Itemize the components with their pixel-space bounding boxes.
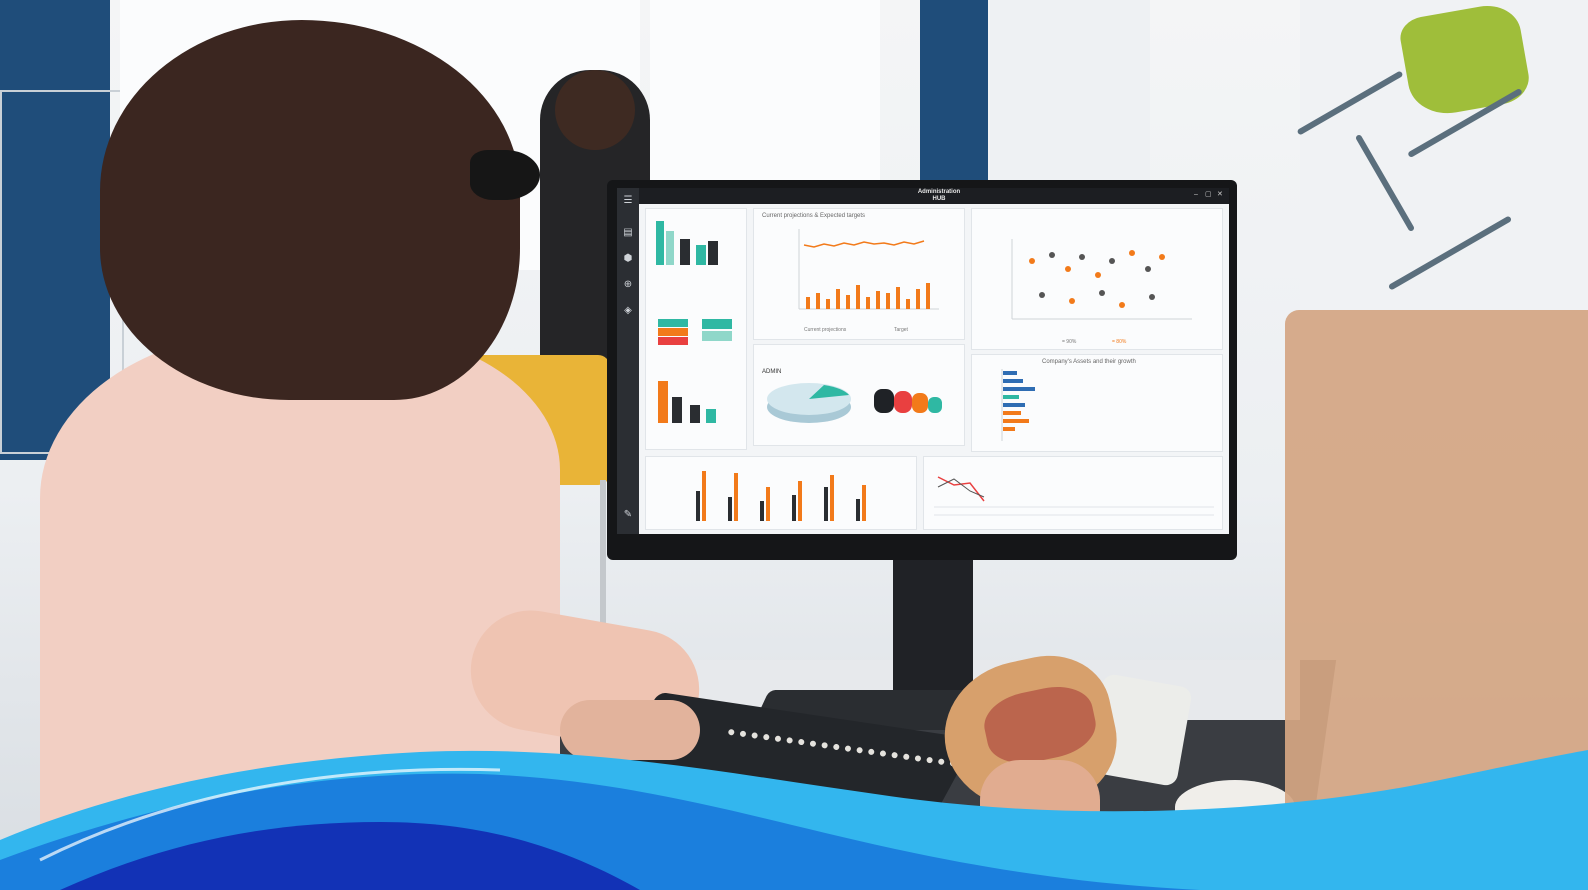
- office-photo: ☰ ▤ ⬢ ⊕ ◈ ✎ Administration HUB – ▢ ✕ Cur…: [0, 0, 1588, 890]
- wave-overlay: [0, 750, 1588, 890]
